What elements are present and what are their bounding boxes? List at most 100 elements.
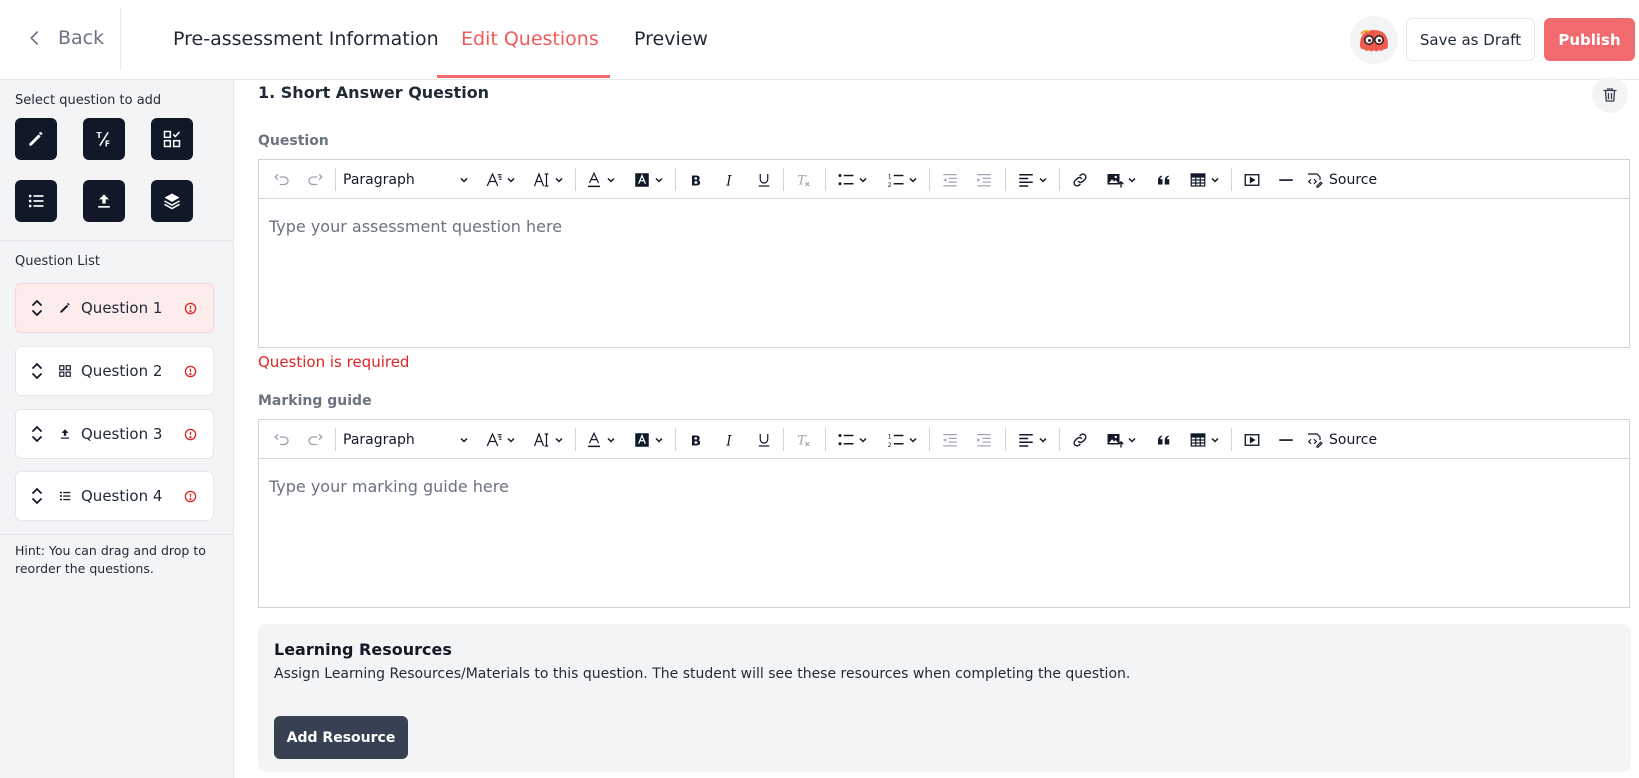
bold-button[interactable]: B (681, 420, 711, 459)
underline-button[interactable] (749, 420, 779, 459)
drag-handle-icon[interactable] (30, 425, 44, 443)
question-list-item-2[interactable]: Question 2 (15, 346, 214, 396)
list-icon (59, 491, 71, 501)
drag-handle-icon[interactable] (30, 362, 44, 380)
redo-button[interactable] (300, 420, 330, 459)
chevron-left-icon (30, 31, 39, 45)
add-file-upload-button[interactable] (83, 180, 125, 222)
bulleted-list-dropdown[interactable] (831, 160, 873, 199)
font-color-icon (587, 431, 600, 447)
font-color-icon (587, 171, 600, 187)
italic-button[interactable]: I (715, 420, 745, 459)
font-size-dropdown[interactable] (481, 160, 519, 199)
add-resource-button[interactable]: Add Resource (274, 716, 408, 759)
font-color-dropdown[interactable] (581, 160, 619, 199)
marking-guide-input[interactable]: Type your marking guide here (259, 459, 1629, 607)
outdent-button[interactable] (935, 160, 965, 199)
remove-format-button[interactable]: T (789, 160, 819, 199)
quote-icon (1158, 435, 1170, 444)
italic-icon: I (725, 433, 732, 449)
question-label: Question 2 (81, 362, 163, 380)
image-upload-icon (1107, 433, 1124, 447)
insert-media-button[interactable] (1237, 160, 1267, 199)
add-multiple-choice-button[interactable] (151, 118, 193, 160)
tab-edit-questions[interactable]: Edit Questions (461, 0, 599, 78)
tab-label: Pre-assessment Information (173, 28, 439, 50)
source-button[interactable]: Source (1305, 160, 1379, 199)
heading-dropdown[interactable]: Paragraph (343, 160, 469, 199)
add-layered-question-button[interactable] (151, 180, 193, 222)
add-true-false-button[interactable]: T F (83, 118, 125, 160)
font-family-icon (533, 431, 548, 447)
list-icon (28, 194, 44, 208)
source-button[interactable]: Source (1305, 420, 1379, 459)
font-family-dropdown[interactable] (529, 160, 567, 199)
toolbar-separator (1059, 428, 1060, 451)
background-color-dropdown[interactable] (629, 160, 667, 199)
media-icon (1244, 433, 1260, 446)
remove-format-button[interactable]: T (789, 420, 819, 459)
alignment-dropdown[interactable] (1011, 420, 1053, 459)
remove-format-icon: T (797, 173, 810, 188)
insert-image-dropdown[interactable] (1099, 420, 1143, 459)
question-list-item-4[interactable]: Question 4 (15, 471, 214, 521)
horizontal-line-button[interactable] (1271, 160, 1301, 199)
question-input[interactable]: Type your assessment question here (259, 199, 1629, 347)
italic-button[interactable]: I (715, 160, 745, 199)
numbered-list-dropdown[interactable]: 12 (881, 420, 923, 459)
redo-button[interactable] (300, 160, 330, 199)
chevron-down-icon (654, 177, 663, 183)
question-list-item-3[interactable]: Question 3 (15, 409, 214, 459)
toolbar-separator (929, 428, 930, 451)
toolbar-separator (1005, 428, 1006, 451)
link-button[interactable] (1065, 160, 1095, 199)
background-color-dropdown[interactable] (629, 420, 667, 459)
pencil-icon (60, 303, 70, 313)
indent-button[interactable] (969, 420, 999, 459)
pencil-icon (29, 131, 43, 146)
delete-question-button[interactable] (1592, 77, 1628, 113)
save-as-draft-button[interactable]: Save as Draft (1406, 18, 1535, 61)
font-size-dropdown[interactable] (481, 420, 519, 459)
drag-handle-icon[interactable] (30, 299, 44, 317)
underline-button[interactable] (749, 160, 779, 199)
bulleted-list-dropdown[interactable] (831, 420, 873, 459)
indent-button[interactable] (969, 160, 999, 199)
question-list-item-1[interactable]: Question 1 (15, 283, 214, 333)
true-false-icon: T F (97, 131, 110, 148)
svg-text:B: B (691, 433, 701, 449)
chevron-down-icon (1210, 437, 1219, 443)
drag-handle-icon[interactable] (30, 487, 44, 505)
back-label: Back (58, 27, 105, 49)
back-button[interactable]: Back (26, 24, 104, 52)
chevron-down-icon (858, 177, 867, 183)
publish-button[interactable]: Publish (1544, 18, 1635, 61)
tab-pre-assessment-information[interactable]: Pre-assessment Information (173, 0, 439, 78)
undo-button[interactable] (267, 160, 297, 199)
add-short-answer-button[interactable] (15, 118, 57, 160)
numbered-list-dropdown[interactable]: 12 (881, 160, 923, 199)
add-list-question-button[interactable] (15, 180, 57, 222)
tab-preview[interactable]: Preview (634, 0, 708, 78)
heading-dropdown[interactable]: Paragraph (343, 420, 469, 459)
blockquote-button[interactable] (1149, 160, 1179, 199)
font-family-dropdown[interactable] (529, 420, 567, 459)
horizontal-line-button[interactable] (1271, 420, 1301, 459)
link-button[interactable] (1065, 420, 1095, 459)
blockquote-button[interactable] (1149, 420, 1179, 459)
font-color-dropdown[interactable] (581, 420, 619, 459)
undo-button[interactable] (267, 420, 297, 459)
bold-icon: B (691, 173, 701, 189)
sidebar-divider (0, 534, 234, 535)
insert-table-dropdown[interactable] (1183, 420, 1225, 459)
insert-table-dropdown[interactable] (1183, 160, 1225, 199)
insert-media-button[interactable] (1237, 420, 1267, 459)
outdent-icon (943, 433, 957, 446)
avatar[interactable] (1350, 16, 1398, 64)
outdent-button[interactable] (935, 420, 965, 459)
toolbar-separator (929, 168, 930, 191)
insert-image-dropdown[interactable] (1099, 160, 1143, 199)
bold-button[interactable]: B (681, 160, 711, 199)
alignment-dropdown[interactable] (1011, 160, 1053, 199)
chevron-down-icon (908, 437, 917, 443)
